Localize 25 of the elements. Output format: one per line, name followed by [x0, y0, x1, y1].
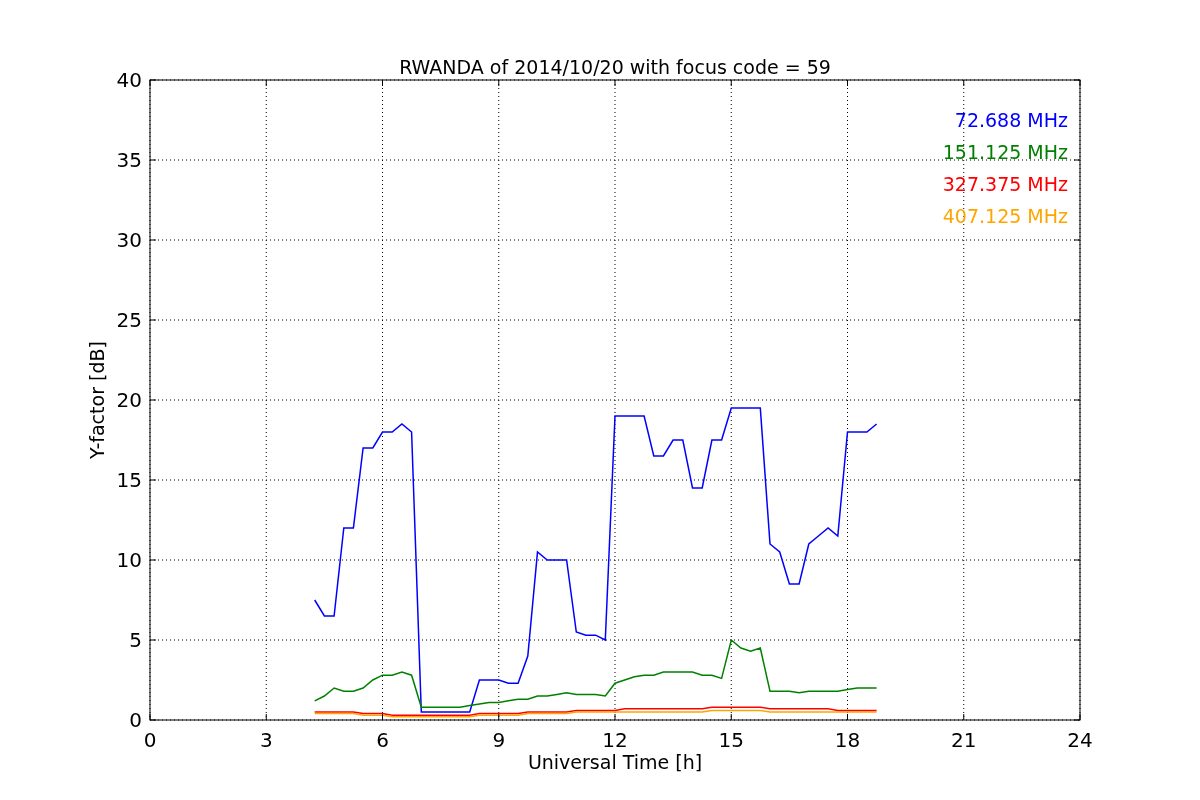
- y-tick-label: 15: [116, 468, 142, 492]
- x-tick-label: 3: [259, 728, 273, 752]
- x-tick-label: 0: [143, 728, 157, 752]
- legend-label: 407.125 MHz: [942, 205, 1068, 227]
- y-tick-label: 5: [129, 628, 142, 652]
- x-tick-label: 24: [1067, 728, 1093, 752]
- x-tick-label: 6: [376, 728, 389, 752]
- x-tick-label: 21: [951, 728, 977, 752]
- y-axis-label: Y-factor [dB]: [86, 341, 108, 459]
- legend-label: 151.125 MHz: [942, 141, 1068, 163]
- x-axis-label: Universal Time [h]: [527, 751, 703, 773]
- y-tick-label: 0: [129, 708, 142, 732]
- x-tick-label: 15: [718, 728, 744, 752]
- y-tick-label: 25: [116, 308, 142, 332]
- y-tick-label: 30: [116, 228, 142, 252]
- x-tick-label: 18: [834, 728, 861, 752]
- x-tick-label: 12: [602, 728, 628, 752]
- chart-title: RWANDA of 2014/10/20 with focus code = 59: [399, 56, 831, 78]
- y-tick-label: 40: [116, 68, 142, 92]
- legend-label: 327.375 MHz: [942, 173, 1068, 195]
- y-tick-label: 20: [116, 388, 142, 412]
- y-tick-label: 35: [116, 148, 142, 172]
- legend-label: 72.688 MHz: [954, 109, 1068, 131]
- x-tick-label: 9: [492, 728, 506, 752]
- y-tick-label: 10: [116, 548, 142, 572]
